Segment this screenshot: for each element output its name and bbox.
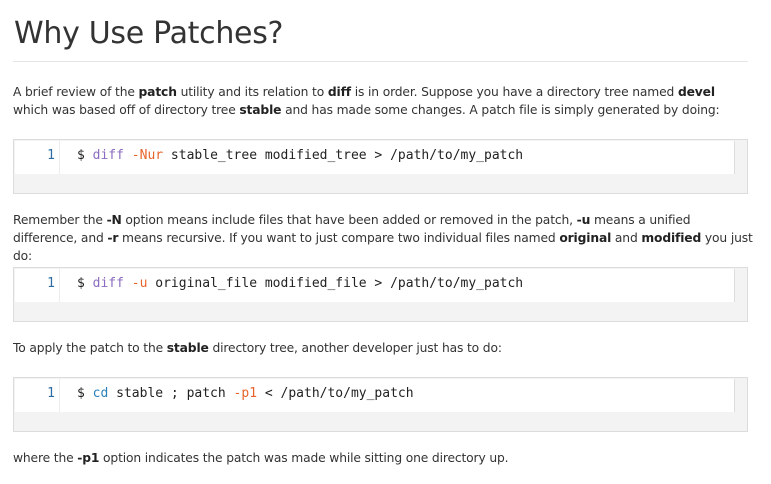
- title-divider: [13, 61, 748, 62]
- code-line: $ diff -Nur stable_tree modified_tree > …: [77, 148, 523, 164]
- text: To apply the patch to the: [13, 341, 167, 355]
- term-p1: -p1: [77, 451, 100, 465]
- term-r: -r: [107, 231, 119, 245]
- text: utility and its relation to: [176, 85, 328, 99]
- term-u: -u: [576, 213, 591, 227]
- line-number: 1: [47, 148, 55, 163]
- code-line: $ diff -u original_file modified_file > …: [77, 276, 523, 292]
- command-token: diff: [92, 276, 124, 291]
- code-block-diff-u[interactable]: 1 $ diff -u original_file modified_file …: [13, 267, 748, 322]
- text: means recursive. If you want to just com…: [118, 231, 560, 245]
- term-original: original: [559, 231, 612, 245]
- line-gutter: 1: [15, 379, 60, 412]
- code-block-patch[interactable]: 1 $ cd stable ; patch -p1 < /path/to/my_…: [13, 377, 748, 432]
- intro-paragraph: A brief review of the patch utility and …: [13, 83, 753, 119]
- code-line: $ cd stable ; patch -p1 < /path/to/my_pa…: [77, 386, 414, 402]
- text: where the: [13, 451, 78, 465]
- arguments: stable ; patch: [108, 386, 234, 401]
- arguments: < /path/to/my_patch: [257, 386, 414, 401]
- term-devel: devel: [677, 85, 715, 99]
- text: which was based off of directory tree: [13, 103, 240, 117]
- term-patch: patch: [138, 85, 177, 99]
- text: and has made some changes. A patch file …: [281, 103, 720, 117]
- term-modified: modified: [641, 231, 702, 245]
- text: is in order. Suppose you have a director…: [351, 85, 678, 99]
- prompt: $: [77, 148, 93, 163]
- option-token: -Nur: [131, 148, 164, 163]
- code-area: 1 $ diff -Nur stable_tree modified_tree …: [15, 141, 735, 174]
- text: directory tree, another developer just h…: [208, 341, 502, 355]
- text: and: [611, 231, 642, 245]
- term-n: -N: [106, 213, 122, 227]
- option-token: -p1: [233, 386, 258, 401]
- article: Why Use Patches? A brief review of the p…: [0, 0, 771, 484]
- text: A brief review of the: [13, 85, 139, 99]
- arguments: stable_tree modified_tree > /path/to/my_…: [163, 148, 524, 163]
- options-paragraph: Remember the -N option means include fil…: [13, 211, 753, 265]
- command-token: diff: [92, 148, 124, 163]
- text: Remember the: [13, 213, 107, 227]
- code-area: 1 $ diff -u original_file modified_file …: [15, 269, 735, 302]
- code-area: 1 $ cd stable ; patch -p1 < /path/to/my_…: [15, 379, 735, 412]
- prompt: $: [77, 276, 93, 291]
- term-stable: stable: [239, 103, 282, 117]
- term-diff: diff: [327, 85, 351, 99]
- line-gutter: 1: [15, 141, 60, 174]
- text: option indicates the patch was made whil…: [99, 451, 509, 465]
- code-block-diff-nur[interactable]: 1 $ diff -Nur stable_tree modified_tree …: [13, 139, 748, 194]
- p1-paragraph: where the -p1 option indicates the patch…: [13, 449, 753, 467]
- line-number: 1: [47, 276, 55, 291]
- option-token: -u: [131, 276, 148, 291]
- text: option means include files that have bee…: [121, 213, 577, 227]
- prompt: $: [77, 386, 93, 401]
- arguments: original_file modified_file > /path/to/m…: [147, 276, 524, 291]
- line-gutter: 1: [15, 269, 60, 302]
- apply-paragraph: To apply the patch to the stable directo…: [13, 339, 753, 357]
- term-stable: stable: [166, 341, 209, 355]
- page-title: Why Use Patches?: [14, 16, 284, 51]
- line-number: 1: [47, 386, 55, 401]
- command-token: cd: [92, 386, 109, 401]
